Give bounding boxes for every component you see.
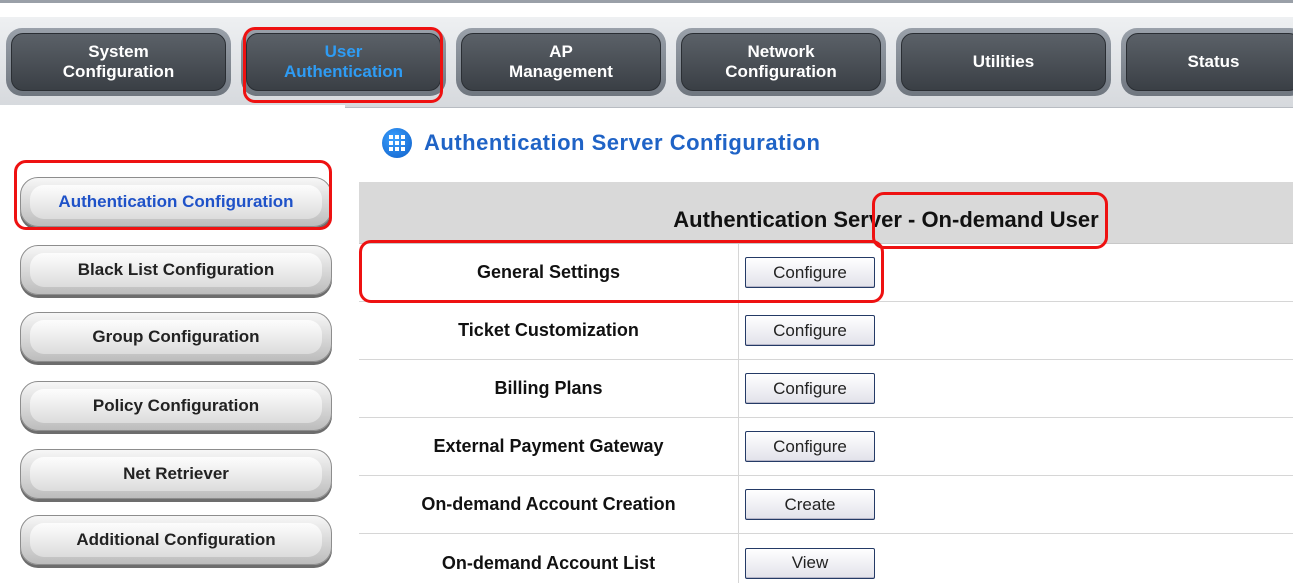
tab-ap-management-face: AP Management bbox=[461, 33, 661, 91]
on-demand-account-list-view-button[interactable]: View bbox=[745, 547, 875, 579]
sidebar-item-face: Authentication Configuration bbox=[30, 185, 322, 219]
table-row: Billing Plans Configure bbox=[359, 360, 1293, 418]
sidebar-item-net-retriever[interactable]: Net Retriever bbox=[20, 449, 332, 499]
table-row: External Payment Gateway Configure bbox=[359, 418, 1293, 476]
tab-network-configuration[interactable]: Network Configuration bbox=[676, 28, 886, 96]
sidebar-item-face: Policy Configuration bbox=[30, 389, 322, 423]
row-action-cell: Configure bbox=[739, 302, 1293, 359]
row-label: On-demand Account List bbox=[359, 534, 739, 583]
table-row: On-demand Account List View bbox=[359, 534, 1293, 583]
row-action-cell: View bbox=[739, 534, 1293, 583]
sidebar-item-label: Net Retriever bbox=[123, 464, 229, 483]
tab-label: User Authentication bbox=[284, 42, 403, 81]
tab-user-authentication-face: User Authentication bbox=[246, 33, 441, 91]
grid-globe-icon-dots bbox=[389, 135, 405, 151]
tab-ap-management[interactable]: AP Management bbox=[456, 28, 666, 96]
grid-globe-icon bbox=[382, 128, 412, 158]
tab-label: System Configuration bbox=[62, 42, 175, 81]
table-header-text: Authentication Server - On-demand User bbox=[553, 207, 1098, 233]
app-window: System Configuration User Authentication… bbox=[0, 0, 1293, 583]
sidebar-item-policy-configuration[interactable]: Policy Configuration bbox=[20, 381, 332, 431]
tab-label: Status bbox=[1187, 52, 1240, 71]
tab-label: Utilities bbox=[972, 52, 1035, 71]
top-navigation: System Configuration User Authentication… bbox=[0, 0, 1293, 108]
sidebar-item-label: Group Configuration bbox=[92, 327, 260, 346]
tab-label: Network Configuration bbox=[725, 42, 837, 81]
row-label: External Payment Gateway bbox=[359, 418, 739, 475]
sidebar: Authentication Configuration Black List … bbox=[0, 105, 345, 583]
row-action-cell: Configure bbox=[739, 244, 1293, 301]
sidebar-item-label: Black List Configuration bbox=[77, 260, 275, 279]
row-action-cell: Configure bbox=[739, 360, 1293, 417]
tab-network-configuration-face: Network Configuration bbox=[681, 33, 881, 91]
table-header-prefix: Authentication Server - bbox=[673, 207, 922, 232]
row-action-cell: Configure bbox=[739, 418, 1293, 475]
row-label: Ticket Customization bbox=[359, 302, 739, 359]
row-label: On-demand Account Creation bbox=[359, 476, 739, 533]
tab-status[interactable]: Status bbox=[1121, 28, 1293, 96]
sidebar-item-black-list-configuration[interactable]: Black List Configuration bbox=[20, 245, 332, 295]
tab-label: AP Management bbox=[509, 42, 613, 81]
table-header-suffix: On-demand User bbox=[921, 207, 1099, 232]
table-header: Authentication Server - On-demand User bbox=[359, 182, 1293, 244]
tab-status-face: Status bbox=[1126, 33, 1293, 91]
sidebar-item-additional-configuration[interactable]: Additional Configuration bbox=[20, 515, 332, 565]
table-row: Ticket Customization Configure bbox=[359, 302, 1293, 360]
table-row: On-demand Account Creation Create bbox=[359, 476, 1293, 534]
sidebar-item-authentication-configuration[interactable]: Authentication Configuration bbox=[20, 177, 332, 227]
sidebar-item-label: Additional Configuration bbox=[76, 530, 276, 549]
tab-utilities-face: Utilities bbox=[901, 33, 1106, 91]
general-settings-configure-button[interactable]: Configure bbox=[745, 257, 875, 288]
tab-utilities[interactable]: Utilities bbox=[896, 28, 1111, 96]
row-label: Billing Plans bbox=[359, 360, 739, 417]
table-row: General Settings Configure bbox=[359, 244, 1293, 302]
billing-plans-configure-button[interactable]: Configure bbox=[745, 373, 875, 404]
sidebar-item-label: Policy Configuration bbox=[92, 396, 260, 415]
tab-system-configuration-face: System Configuration bbox=[11, 33, 226, 91]
tab-user-authentication[interactable]: User Authentication bbox=[241, 28, 446, 96]
tab-system-configuration[interactable]: System Configuration bbox=[6, 28, 231, 96]
sidebar-item-face: Group Configuration bbox=[30, 320, 322, 354]
auth-server-table: Authentication Server - On-demand User G… bbox=[359, 182, 1293, 583]
ticket-customization-configure-button[interactable]: Configure bbox=[745, 315, 875, 346]
external-payment-gateway-configure-button[interactable]: Configure bbox=[745, 431, 875, 462]
page-title: Authentication Server Configuration bbox=[382, 128, 820, 158]
row-label: General Settings bbox=[359, 244, 739, 301]
sidebar-item-group-configuration[interactable]: Group Configuration bbox=[20, 312, 332, 362]
page-title-text: Authentication Server Configuration bbox=[424, 130, 821, 155]
sidebar-item-face: Net Retriever bbox=[30, 457, 322, 491]
sidebar-item-face: Additional Configuration bbox=[30, 523, 322, 557]
sidebar-item-label: Authentication Configuration bbox=[58, 192, 294, 211]
on-demand-account-creation-create-button[interactable]: Create bbox=[745, 489, 875, 520]
sidebar-item-face: Black List Configuration bbox=[30, 253, 322, 287]
row-action-cell: Create bbox=[739, 476, 1293, 533]
